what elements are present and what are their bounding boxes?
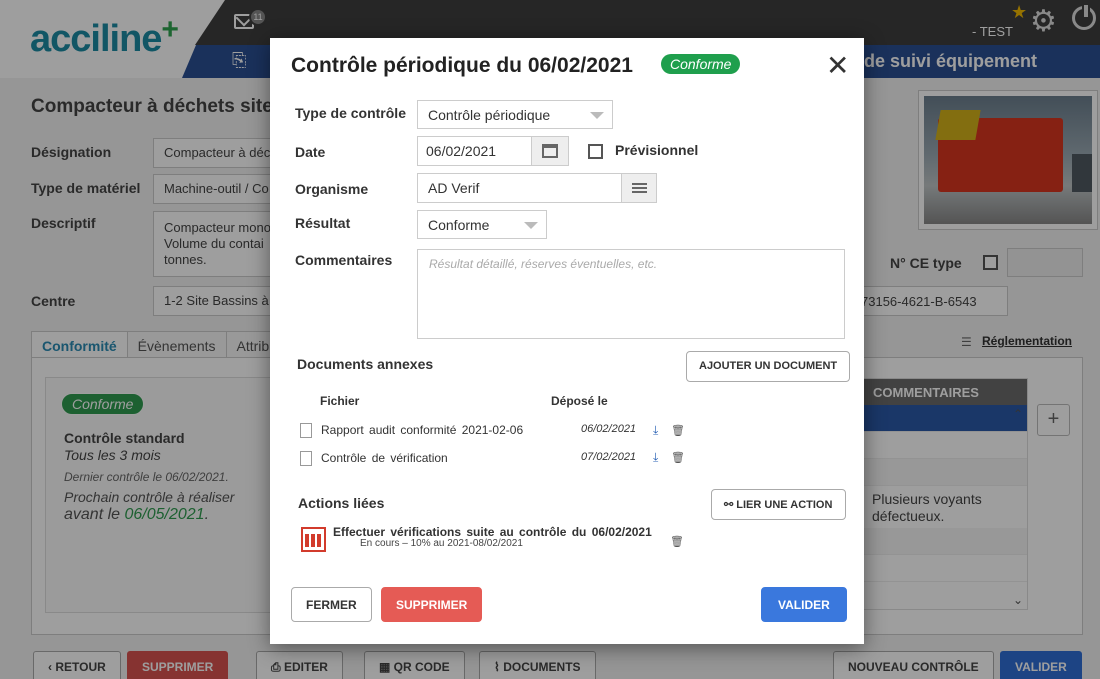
dialog-title: Contrôle périodique du 06/02/2021	[291, 54, 633, 77]
calendar-icon	[542, 144, 558, 158]
action-calendar-icon	[301, 527, 326, 552]
status-badge: Conforme	[661, 54, 741, 74]
validate-button[interactable]: VALIDER	[761, 587, 847, 622]
link-action-button[interactable]: ⚯ LIER UNE ACTION	[711, 489, 846, 520]
download-icon[interactable]: ⤓	[653, 450, 658, 465]
column-fichier: Fichier	[320, 394, 360, 408]
column-depose: Déposé le	[551, 394, 608, 408]
previsionnel-label: Prévisionnel	[615, 142, 699, 158]
resultat-select[interactable]: Conforme	[417, 210, 547, 239]
actions-section-title: Actions liées	[298, 495, 385, 511]
previsionnel-checkbox[interactable]	[588, 144, 603, 159]
resultat-label: Résultat	[295, 215, 351, 231]
commentaires-textarea[interactable]: Résultat détaillé, réserves éventuelles,…	[417, 249, 845, 339]
date-field[interactable]: 06/02/2021	[417, 136, 532, 166]
type-controle-select[interactable]: Contrôle périodique	[417, 100, 613, 129]
document-date: 06/02/2021	[581, 423, 637, 435]
delete-control-button[interactable]: SUPPRIMER	[381, 587, 483, 622]
action-title[interactable]: Effectuer vérifications suite au contrôl…	[333, 525, 652, 539]
commentaires-label: Commentaires	[295, 252, 393, 268]
chevron-down-icon	[590, 112, 604, 119]
trash-icon[interactable]: 🗑	[670, 535, 684, 548]
organisme-label: Organisme	[295, 181, 369, 197]
download-icon[interactable]: ⤓	[653, 423, 658, 438]
list-icon	[632, 183, 647, 193]
file-icon	[300, 423, 312, 438]
close-icon[interactable]: ✕	[826, 52, 849, 80]
file-icon	[300, 451, 312, 466]
trash-icon[interactable]: 🗑	[671, 451, 685, 464]
close-button[interactable]: FERMER	[291, 587, 372, 622]
chevron-down-icon	[524, 222, 538, 229]
calendar-button[interactable]	[531, 136, 569, 166]
documents-section-title: Documents annexes	[297, 356, 434, 372]
document-name[interactable]: Rapport audit conformité 2021-02-06	[321, 423, 523, 437]
document-date: 07/02/2021	[581, 451, 637, 463]
organisme-list-button[interactable]	[621, 173, 657, 203]
organisme-field[interactable]: AD Verif	[417, 173, 622, 203]
link-icon: ⚯	[724, 499, 734, 511]
list-item: Contrôle de vérification 07/02/2021 ⤓ 🗑	[300, 450, 690, 468]
trash-icon[interactable]: 🗑	[671, 424, 685, 437]
document-name[interactable]: Contrôle de vérification	[321, 451, 448, 465]
action-status: En cours – 10% au 2021-08/02/2021	[360, 538, 523, 549]
control-dialog: Contrôle périodique du 06/02/2021 Confor…	[270, 38, 864, 644]
list-item: Rapport audit conformité 2021-02-06 06/0…	[300, 422, 690, 440]
type-controle-label: Type de contrôle	[295, 105, 406, 121]
date-label: Date	[295, 144, 326, 160]
add-document-button[interactable]: AJOUTER UN DOCUMENT	[686, 351, 851, 382]
action-grid-shape	[305, 534, 322, 547]
